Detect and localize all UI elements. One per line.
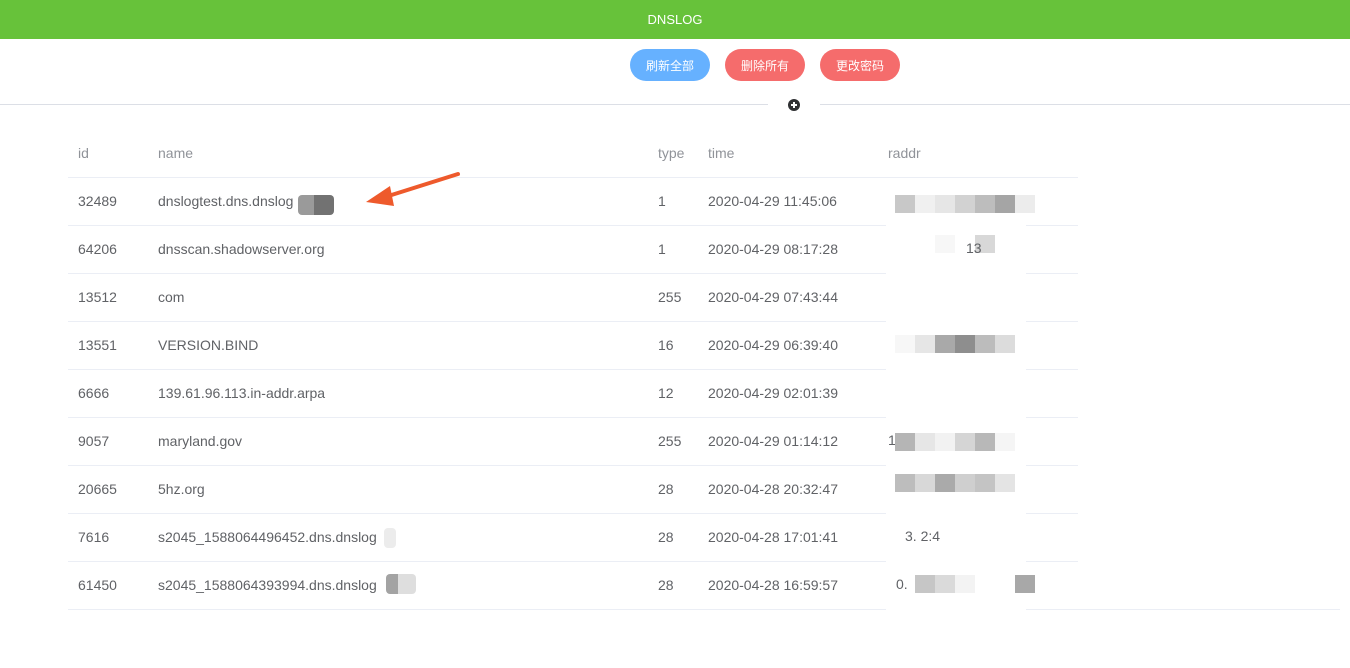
cell-name: dnsscan.shadowserver.org bbox=[158, 241, 325, 257]
redaction-blur bbox=[298, 195, 334, 215]
redaction-mosaic bbox=[895, 474, 1015, 492]
cell-id: 13551 bbox=[78, 337, 117, 353]
divider bbox=[820, 104, 1350, 105]
redaction-mosaic bbox=[895, 195, 1035, 213]
cell-raddr: 13 bbox=[966, 240, 982, 256]
cell-id: 6666 bbox=[78, 385, 110, 401]
cell-time: 2020-04-28 17:01:41 bbox=[708, 529, 838, 545]
redaction-mosaic bbox=[895, 433, 1015, 451]
cell-type: 255 bbox=[658, 289, 682, 305]
cell-type: 12 bbox=[658, 385, 674, 401]
cell-time: 2020-04-28 20:32:47 bbox=[708, 481, 838, 497]
cell-name: s2045_1588064496452.dns.dnslog bbox=[158, 529, 377, 545]
cell-id: 61450 bbox=[78, 577, 117, 593]
cell-raddr: 3. 2:4 bbox=[905, 528, 941, 544]
annotation-arrow-icon bbox=[366, 172, 460, 206]
column-header-id[interactable]: id bbox=[78, 130, 89, 177]
cell-id: 13512 bbox=[78, 289, 117, 305]
cell-time: 2020-04-28 16:59:57 bbox=[708, 577, 838, 593]
cell-name: s2045_1588064393994.dns.dnslog bbox=[158, 577, 377, 593]
cell-time: 2020-04-29 06:39:40 bbox=[708, 337, 838, 353]
table-header: id name type time raddr bbox=[68, 130, 1078, 178]
cell-type: 28 bbox=[658, 577, 674, 593]
delete-all-button[interactable]: 删除所有 bbox=[725, 49, 805, 81]
redaction-blur bbox=[386, 574, 416, 594]
column-header-type[interactable]: type bbox=[658, 130, 684, 177]
cell-type: 28 bbox=[658, 481, 674, 497]
column-header-name[interactable]: name bbox=[158, 130, 193, 177]
cell-time: 2020-04-29 11:45:06 bbox=[708, 193, 837, 209]
cell-name: maryland.gov bbox=[158, 433, 243, 449]
cell-type: 16 bbox=[658, 337, 674, 353]
divider bbox=[1078, 609, 1340, 610]
cell-type: 1 bbox=[658, 193, 666, 209]
app-title: DNSLOG bbox=[647, 12, 703, 27]
cell-id: 32489 bbox=[78, 193, 117, 209]
cell-id: 64206 bbox=[78, 241, 117, 257]
cell-time: 2020-04-29 07:43:44 bbox=[708, 289, 838, 305]
cell-id: 20665 bbox=[78, 481, 117, 497]
cell-id: 9057 bbox=[78, 433, 110, 449]
cell-name: com bbox=[158, 289, 185, 305]
cell-type: 1 bbox=[658, 241, 666, 257]
cell-name: 5hz.org bbox=[158, 481, 205, 497]
divider bbox=[0, 104, 768, 105]
redaction-mosaic bbox=[935, 235, 995, 253]
cell-type: 28 bbox=[658, 529, 674, 545]
cell-name: 139.61.96.113.in-addr.arpa bbox=[158, 385, 326, 401]
cell-time: 2020-04-29 08:17:28 bbox=[708, 241, 838, 257]
redaction-mosaic bbox=[895, 335, 1015, 353]
column-header-raddr[interactable]: raddr bbox=[888, 130, 921, 177]
cell-type: 255 bbox=[658, 433, 682, 449]
change-password-button[interactable]: 更改密码 bbox=[820, 49, 900, 81]
refresh-all-button[interactable]: 刷新全部 bbox=[630, 49, 710, 81]
cell-name: dnslogtest.dns.dnslog bbox=[158, 193, 294, 209]
cell-time: 2020-04-29 01:14:12 bbox=[708, 433, 838, 449]
cell-raddr: 0. bbox=[896, 576, 908, 592]
cell-name: VERSION.BIND bbox=[158, 337, 259, 353]
plus-circle-icon bbox=[788, 99, 800, 111]
cell-id: 7616 bbox=[78, 529, 110, 545]
cell-time: 2020-04-29 02:01:39 bbox=[708, 385, 838, 401]
redaction-blur bbox=[384, 528, 396, 548]
column-header-time[interactable]: time bbox=[708, 130, 734, 177]
redaction-mosaic bbox=[915, 575, 1035, 593]
app-header: DNSLOG bbox=[0, 0, 1350, 39]
